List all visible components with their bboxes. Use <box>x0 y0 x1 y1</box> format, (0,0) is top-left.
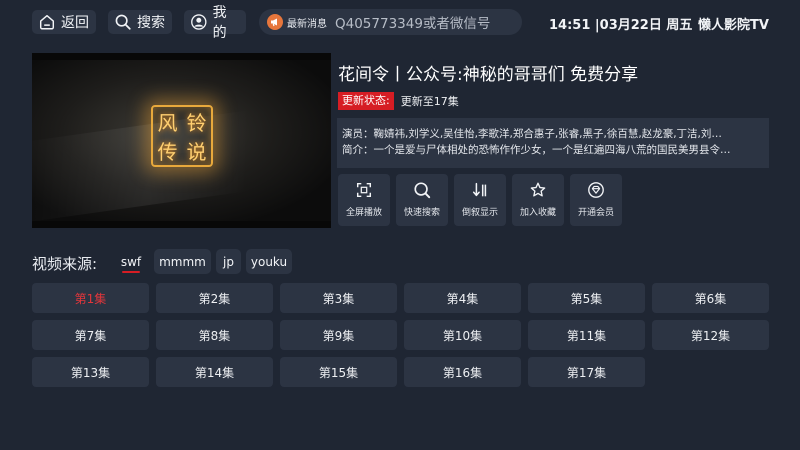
megaphone-icon <box>267 14 283 30</box>
star-icon <box>530 182 546 197</box>
logo-char: 传 <box>157 140 178 164</box>
reverse-order-button[interactable]: 倒叙显示 <box>454 174 506 226</box>
user-icon <box>191 14 207 30</box>
add-favorite-button[interactable]: 加入收藏 <box>512 174 564 226</box>
episode-button[interactable]: 第5集 <box>528 283 645 313</box>
back-label: 返回 <box>61 15 89 31</box>
summary-line: 简介：一个是爱与尸体相处的恐怖作作少女，一个是红遍四海八荒的国民美男县令… <box>342 144 731 156</box>
action-bar: 全屏播放 快速搜索 倒叙显示 加入收藏 开通会员 <box>338 174 628 226</box>
episode-grid: 第1集 第2集 第3集 第4集 第5集 第6集 第7集 第8集 第9集 第10集… <box>32 283 769 387</box>
episode-button[interactable]: 第17集 <box>528 357 645 387</box>
home-icon <box>39 14 55 30</box>
logo-char: 说 <box>186 140 207 164</box>
update-status: 更新状态: 更新至17集 <box>338 92 459 110</box>
news-label: 最新消息 <box>287 18 327 30</box>
status-value: 更新至17集 <box>400 95 459 108</box>
episode-button[interactable]: 第10集 <box>404 320 521 350</box>
action-label: 加入收藏 <box>519 208 556 218</box>
top-bar: 返回 搜索 我的 最新消息 Q405773349或者微信号 14:51 |03月… <box>0 0 800 44</box>
source-name: mmmm <box>159 254 206 269</box>
info-box[interactable]: 演员：鞠婧祎,刘学义,吴佳怡,李歌洋,郑合惠子,张睿,黑子,徐百慧,赵龙豪,丁洁… <box>337 118 769 168</box>
search-icon <box>414 182 431 199</box>
action-label: 全屏播放 <box>345 208 382 218</box>
episode-button[interactable]: 第2集 <box>156 283 273 313</box>
episode-button[interactable]: 第4集 <box>404 283 521 313</box>
episode-button[interactable]: 第9集 <box>280 320 397 350</box>
mine-label: 我的 <box>212 5 227 41</box>
app-name: 懒人影院TV <box>698 18 769 33</box>
source-swf[interactable]: swf <box>114 249 148 274</box>
logo-char: 铃 <box>186 111 207 135</box>
mine-button[interactable]: 我的 <box>184 5 246 41</box>
action-label: 倒叙显示 <box>461 208 498 218</box>
search-label: 搜索 <box>137 15 165 31</box>
video-player[interactable]: 风 铃 传 说 <box>32 53 331 228</box>
clock: 14:51 |03月22日 周五 <box>549 18 693 33</box>
source-mmmm[interactable]: mmmm <box>154 249 211 274</box>
selected-underline <box>122 271 140 273</box>
fullscreen-icon <box>356 182 372 198</box>
episode-button[interactable]: 第1集 <box>32 283 149 313</box>
source-jp[interactable]: jp <box>216 249 241 274</box>
episode-button[interactable]: 第12集 <box>652 320 769 350</box>
status-tag: 更新状态: <box>338 92 394 110</box>
source-name: swf <box>120 254 142 269</box>
back-button[interactable]: 返回 <box>32 10 96 34</box>
episode-button[interactable]: 第16集 <box>404 357 521 387</box>
search-icon <box>115 14 131 30</box>
source-label: 视频来源: <box>32 255 98 273</box>
episode-button[interactable]: 第6集 <box>652 283 769 313</box>
source-name: youku <box>250 254 288 269</box>
cast-line: 演员：鞠婧祎,刘学义,吴佳怡,李歌洋,郑合惠子,张睿,黑子,徐百慧,赵龙豪,丁洁… <box>342 128 722 140</box>
news-ticker[interactable]: 最新消息 Q405773349或者微信号 <box>259 9 522 35</box>
episode-button[interactable]: 第14集 <box>156 357 273 387</box>
video-frame: 风 铃 传 说 <box>32 60 331 221</box>
vip-button[interactable]: 开通会员 <box>570 174 622 226</box>
episode-button[interactable]: 第8集 <box>156 320 273 350</box>
show-title: 花间令丨公众号:神秘的哥哥们 免费分享 <box>338 65 639 85</box>
episode-button[interactable]: 第15集 <box>280 357 397 387</box>
quick-search-button[interactable]: 快速搜索 <box>396 174 448 226</box>
episode-button[interactable]: 第7集 <box>32 320 149 350</box>
source-name: jp <box>223 254 234 269</box>
episode-button[interactable]: 第11集 <box>528 320 645 350</box>
news-text: Q405773349或者微信号 <box>335 16 491 32</box>
action-label: 快速搜索 <box>403 208 440 218</box>
episode-button[interactable]: 第3集 <box>280 283 397 313</box>
sort-icon <box>472 182 487 197</box>
action-label: 开通会员 <box>577 208 614 218</box>
search-button[interactable]: 搜索 <box>108 10 172 34</box>
episode-button[interactable]: 第13集 <box>32 357 149 387</box>
logo-char: 风 <box>157 111 178 135</box>
show-logo-seal: 风 铃 传 说 <box>151 105 213 167</box>
fullscreen-button[interactable]: 全屏播放 <box>338 174 390 226</box>
source-youku[interactable]: youku <box>246 249 292 274</box>
vip-diamond-icon <box>588 182 604 198</box>
